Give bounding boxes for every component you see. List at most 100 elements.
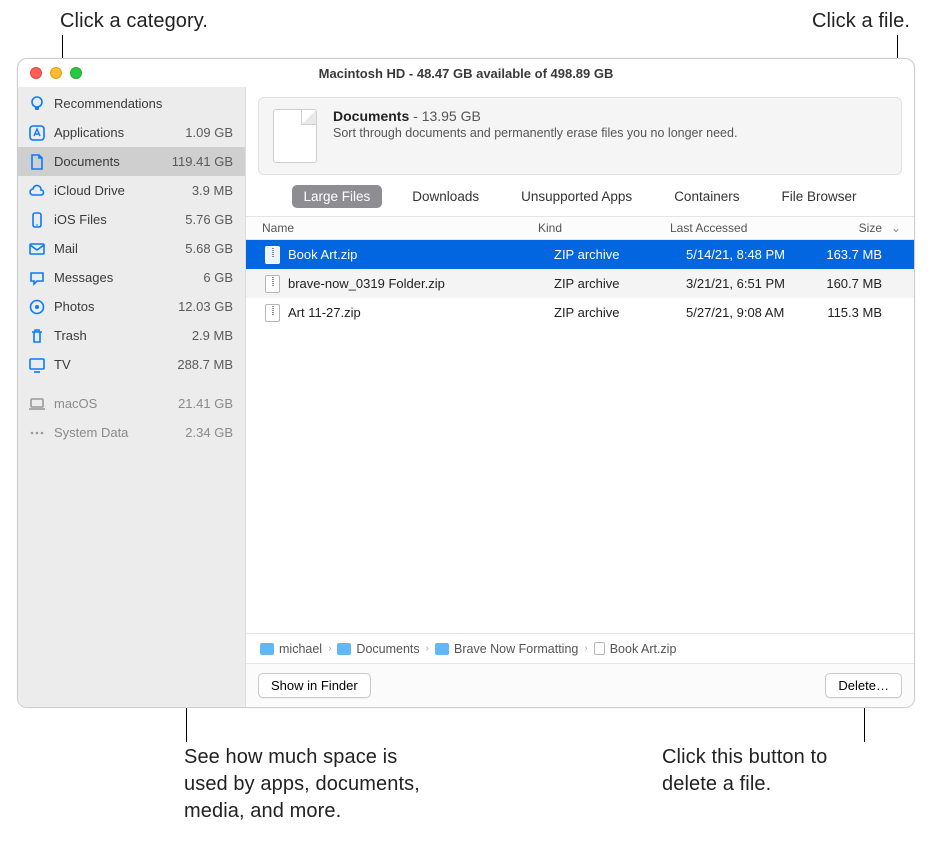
sidebar: Recommendations Applications 1.09 GB Docume… — [18, 87, 246, 707]
app-icon — [28, 124, 46, 142]
mail-icon — [28, 240, 46, 258]
sidebar-item-label: Trash — [54, 328, 184, 343]
main-pane: Documents - 13.95 GB Sort through docume… — [246, 87, 914, 707]
device-icon — [28, 211, 46, 229]
file-kind: ZIP archive — [554, 247, 686, 262]
sidebar-item-label: TV — [54, 357, 169, 372]
file-name: brave-now_0319 Folder.zip — [288, 276, 554, 291]
traffic-lights[interactable] — [28, 67, 82, 79]
trash-icon — [28, 327, 46, 345]
category-size: 13.95 GB — [422, 108, 481, 124]
breadcrumb-label: Book Art.zip — [610, 642, 677, 656]
column-name[interactable]: Name — [262, 221, 538, 235]
sidebar-item-icloud-drive[interactable]: iCloud Drive 3.9 MB — [18, 176, 245, 205]
sidebar-item-macos[interactable]: macOS 21.41 GB — [18, 389, 245, 418]
sidebar-item-size: 5.76 GB — [185, 212, 233, 227]
sidebar-item-mail[interactable]: Mail 5.68 GB — [18, 234, 245, 263]
storage-management-window: Macintosh HD - 48.47 GB available of 498… — [17, 58, 915, 708]
view-tabs: Large Files Downloads Unsupported Apps Cont… — [246, 183, 914, 216]
folder-icon — [337, 643, 351, 655]
sidebar-item-size: 5.68 GB — [185, 241, 233, 256]
zip-file-icon — [262, 246, 282, 264]
sidebar-item-applications[interactable]: Applications 1.09 GB — [18, 118, 245, 147]
column-last-accessed[interactable]: Last Accessed — [670, 221, 810, 235]
column-size[interactable]: Size — [810, 221, 888, 235]
sidebar-item-size: 6 GB — [203, 270, 233, 285]
dots-icon — [28, 424, 46, 442]
sidebar-item-recommendations[interactable]: Recommendations — [18, 89, 245, 118]
sidebar-item-messages[interactable]: Messages 6 GB — [18, 263, 245, 292]
sidebar-item-label: Mail — [54, 241, 177, 256]
zip-file-icon — [262, 304, 282, 322]
callout-top-right: Click a file. — [812, 8, 910, 35]
file-icon — [594, 642, 605, 655]
breadcrumb[interactable]: Documents — [337, 642, 419, 656]
sidebar-item-label: Applications — [54, 125, 177, 140]
sidebar-item-photos[interactable]: Photos12.03 GB — [18, 292, 245, 321]
show-in-finder-button[interactable]: Show in Finder — [258, 673, 371, 698]
file-list[interactable]: Book Art.zipZIP archive5/14/21, 8:48 PM1… — [246, 240, 914, 633]
minimize-icon[interactable] — [50, 67, 62, 79]
column-kind[interactable]: Kind — [538, 221, 670, 235]
breadcrumb[interactable]: Book Art.zip — [594, 642, 677, 656]
laptop-icon — [28, 395, 46, 413]
sidebar-item-ios-files[interactable]: iOS Files 5.76 GB — [18, 205, 245, 234]
file-row[interactable]: Art 11-27.zipZIP archive5/27/21, 9:08 AM… — [246, 298, 914, 327]
sidebar-item-size: 2.34 GB — [185, 425, 233, 440]
sidebar-item-label: iOS Files — [54, 212, 177, 227]
callout-bottom-right: Click this button to delete a file. — [662, 744, 872, 798]
sidebar-item-label: Recommendations — [54, 96, 225, 111]
window-title: Macintosh HD - 48.47 GB available of 498… — [18, 66, 914, 81]
folder-icon — [260, 643, 274, 655]
sidebar-item-tv[interactable]: TV288.7 MB — [18, 350, 245, 379]
breadcrumb-label: michael — [279, 642, 322, 656]
tv-icon — [28, 356, 46, 374]
table-header[interactable]: Name Kind Last Accessed Size ⌄ — [246, 216, 914, 240]
tab-unsupported-apps[interactable]: Unsupported Apps — [509, 185, 644, 208]
tab-downloads[interactable]: Downloads — [400, 185, 491, 208]
sidebar-item-label: iCloud Drive — [54, 183, 184, 198]
file-size: 160.7 MB — [826, 276, 904, 291]
file-last-accessed: 3/21/21, 6:51 PM — [686, 276, 826, 291]
file-row[interactable]: Book Art.zipZIP archive5/14/21, 8:48 PM1… — [246, 240, 914, 269]
chevron-down-icon[interactable]: ⌄ — [888, 221, 904, 235]
sidebar-item-label: macOS — [54, 396, 170, 411]
tab-large-files[interactable]: Large Files — [292, 185, 383, 208]
sidebar-item-system-data[interactable]: System Data2.34 GB — [18, 418, 245, 447]
file-size: 115.3 MB — [826, 305, 904, 320]
sidebar-item-trash[interactable]: Trash 2.9 MB — [18, 321, 245, 350]
close-icon[interactable] — [30, 67, 42, 79]
sidebar-item-documents[interactable]: Documents119.41 GB — [18, 147, 245, 176]
file-row[interactable]: brave-now_0319 Folder.zipZIP archive3/21… — [246, 269, 914, 298]
delete-button[interactable]: Delete… — [825, 673, 902, 698]
bulb-icon — [28, 95, 46, 113]
tab-file-browser[interactable]: File Browser — [769, 185, 868, 208]
file-last-accessed: 5/14/21, 8:48 PM — [686, 247, 826, 262]
file-name: Book Art.zip — [288, 247, 554, 262]
path-bar: michael›Documents›Brave Now Formatting›B… — [246, 633, 914, 663]
file-last-accessed: 5/27/21, 9:08 AM — [686, 305, 826, 320]
action-bar: Show in Finder Delete… — [246, 663, 914, 707]
breadcrumb-label: Documents — [356, 642, 419, 656]
callout-bottom-left: See how much space is used by apps, docu… — [184, 744, 444, 825]
chevron-right-icon: › — [328, 643, 331, 654]
sidebar-item-size: 1.09 GB — [185, 125, 233, 140]
photos-icon — [28, 298, 46, 316]
breadcrumb[interactable]: michael — [260, 642, 322, 656]
file-size: 163.7 MB — [826, 247, 904, 262]
file-kind: ZIP archive — [554, 276, 686, 291]
sidebar-item-label: Photos — [54, 299, 170, 314]
sidebar-item-size: 2.9 MB — [192, 328, 233, 343]
sidebar-item-size: 3.9 MB — [192, 183, 233, 198]
sidebar-item-label: Documents — [54, 154, 164, 169]
sidebar-item-size: 21.41 GB — [178, 396, 233, 411]
file-name: Art 11-27.zip — [288, 305, 554, 320]
breadcrumb[interactable]: Brave Now Formatting — [435, 642, 578, 656]
category-header: Documents - 13.95 GB Sort through docume… — [258, 97, 902, 175]
tab-containers[interactable]: Containers — [662, 185, 751, 208]
zoom-icon[interactable] — [70, 67, 82, 79]
zip-file-icon — [262, 275, 282, 293]
sidebar-item-label: Messages — [54, 270, 195, 285]
callout-top-left: Click a category. — [60, 8, 208, 35]
chevron-right-icon: › — [426, 643, 429, 654]
